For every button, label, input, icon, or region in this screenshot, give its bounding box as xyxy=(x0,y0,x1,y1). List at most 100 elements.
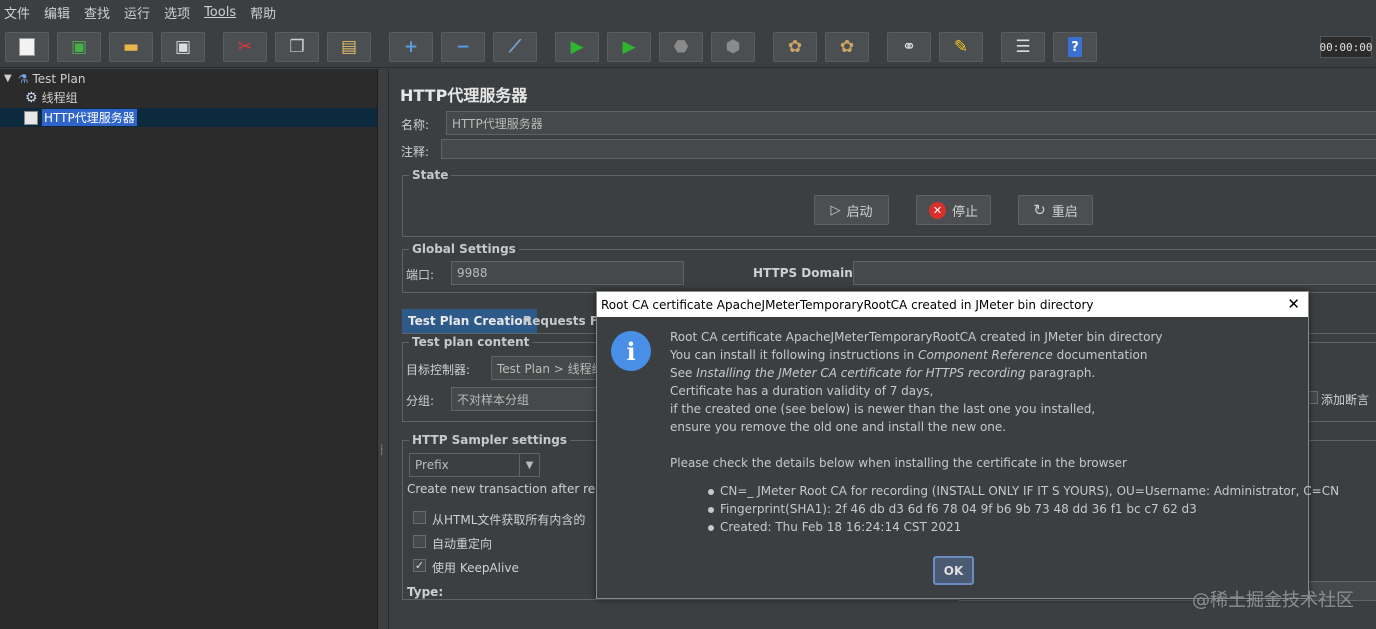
templates-button[interactable]: ▣ xyxy=(57,32,101,62)
function-helper-button[interactable]: ☰ xyxy=(1001,32,1045,62)
stop-proxy-label: 停止 xyxy=(951,204,978,220)
cut-button[interactable]: ✂ xyxy=(223,32,267,62)
state-title: State xyxy=(409,168,452,182)
clear-all-icon: ✿ xyxy=(839,37,855,57)
add-assertions-label: 添加断言 xyxy=(1321,393,1370,407)
keepalive-checkbox[interactable]: ✓ xyxy=(413,559,426,572)
redirect-label: 自动重定向 xyxy=(432,537,493,551)
play-nopause-icon: ▶ xyxy=(622,37,636,57)
reset-search-button[interactable]: ✎ xyxy=(939,32,983,62)
new-button[interactable] xyxy=(5,32,49,62)
tree-item-test-plan[interactable]: ▼ ⚗ Test Plan xyxy=(4,69,85,88)
comment-input[interactable] xyxy=(441,139,1376,159)
help-button[interactable]: ? xyxy=(1053,32,1097,62)
shutdown-button[interactable]: ⬢ xyxy=(711,32,755,62)
expand-button[interactable]: + xyxy=(389,32,433,62)
page-title: HTTP代理服务器 xyxy=(400,86,528,105)
start-proxy-button[interactable]: ▷ 启动 xyxy=(814,195,889,225)
stop-icon: ⬣ xyxy=(673,37,689,57)
target-controller-label: 目标控制器: xyxy=(406,363,471,377)
save-icon: ▣ xyxy=(174,37,192,57)
test-plan-content-title: Test plan content xyxy=(409,335,533,349)
stop-proxy-button[interactable]: ✕ 停止 xyxy=(916,195,991,225)
toolbar: ▣ ▬ ▣ ✂ ❐ ▤ + − ⟋ ▶ ▶ ⬣ ⬢ ✿ ✿ ⚭ ✎ ☰ ? 00… xyxy=(0,24,1376,68)
redirect-checkbox[interactable] xyxy=(413,535,426,548)
shutdown-icon: ⬢ xyxy=(725,37,741,57)
save-button[interactable]: ▣ xyxy=(161,32,205,62)
dialog-title: Root CA certificate ApacheJMeterTemporar… xyxy=(601,297,1094,312)
search-button[interactable]: ⚭ xyxy=(887,32,931,62)
menu-options[interactable]: 选项 xyxy=(164,3,190,22)
name-input[interactable]: HTTP代理服务器 xyxy=(446,111,1376,135)
bullet-icon xyxy=(708,507,714,513)
type-label: Type: xyxy=(407,585,444,599)
keepalive-label: 使用 KeepAlive xyxy=(432,561,519,575)
menu-run[interactable]: 运行 xyxy=(124,3,150,22)
wand-icon: ⟋ xyxy=(509,37,521,57)
comment-label: 注释: xyxy=(401,145,430,159)
flask-icon: ⚗ xyxy=(17,71,29,86)
line2-post: documentation xyxy=(1052,348,1148,362)
dialog-line-2: You can install it following instruction… xyxy=(670,348,1147,362)
menu-edit[interactable]: 编辑 xyxy=(44,3,70,22)
menu-search[interactable]: 查找 xyxy=(84,3,110,22)
splitter[interactable]: ⁞ ⁞ xyxy=(378,69,388,629)
menu-tools[interactable]: Tools xyxy=(204,5,236,20)
list-icon: ☰ xyxy=(1015,37,1031,57)
create-transaction-label: Create new transaction after requ xyxy=(407,482,611,496)
tree-item-thread-group[interactable]: ⚙ 线程组 xyxy=(25,88,78,107)
retrieve-embedded-checkbox[interactable] xyxy=(413,511,426,524)
prefix-select[interactable]: Prefix ▼ xyxy=(409,453,540,477)
start-proxy-label: 启动 xyxy=(846,204,873,220)
installing-ca-text: Installing the JMeter CA certificate for… xyxy=(696,366,1026,380)
dialog-line-7: Please check the details below when inst… xyxy=(670,456,1127,470)
https-domains-input[interactable] xyxy=(853,261,1376,285)
ok-button[interactable]: OK xyxy=(933,556,974,585)
start-button[interactable]: ▶ xyxy=(555,32,599,62)
grouping-label: 分组: xyxy=(406,394,435,408)
cut-icon: ✂ xyxy=(237,37,253,57)
watermark: @稀土掘金技术社区 xyxy=(1192,590,1354,611)
close-icon[interactable]: ✕ xyxy=(1287,295,1300,313)
cert-cn: CN=_ JMeter Root CA for recording (INSTA… xyxy=(720,484,1340,498)
toggle-button[interactable]: ⟋ xyxy=(493,32,537,62)
cert-fingerprint: Fingerprint(SHA1): 2f 46 db d3 6d f6 78 … xyxy=(720,502,1197,516)
retrieve-embedded-label: 从HTML文件获取所有内含的 xyxy=(432,513,586,527)
templates-icon: ▣ xyxy=(70,37,88,57)
proxy-icon xyxy=(24,110,38,125)
open-button[interactable]: ▬ xyxy=(109,32,153,62)
https-domains-label: HTTPS Domains: xyxy=(753,266,865,280)
tree-item-http-proxy[interactable]: HTTP代理服务器 xyxy=(0,108,377,127)
port-input[interactable]: 9988 xyxy=(451,261,684,285)
collapse-arrow-icon[interactable]: ▼ xyxy=(4,73,12,84)
dialog-line-5: if the created one (see below) is newer … xyxy=(670,402,1096,416)
minus-icon: − xyxy=(455,37,471,57)
dialog-line-1: Root CA certificate ApacheJMeterTemporar… xyxy=(670,330,1163,344)
restart-proxy-button[interactable]: ↻ 重启 xyxy=(1018,195,1093,225)
global-settings-title: Global Settings xyxy=(409,242,519,256)
copy-button[interactable]: ❐ xyxy=(275,32,319,62)
clear-all-button[interactable]: ✿ xyxy=(825,32,869,62)
tree-item-label: 线程组 xyxy=(41,91,78,105)
stop-button[interactable]: ⬣ xyxy=(659,32,703,62)
paste-icon: ▤ xyxy=(340,37,358,57)
menu-help[interactable]: 帮助 xyxy=(250,3,276,22)
start-no-pause-button[interactable]: ▶ xyxy=(607,32,651,62)
clear-button[interactable]: ✿ xyxy=(773,32,817,62)
name-label: 名称: xyxy=(401,118,430,132)
stop-x-icon: ✕ xyxy=(928,201,946,219)
dialog-line-3: See Installing the JMeter CA certificate… xyxy=(670,366,1095,380)
certificate-dialog: Root CA certificate ApacheJMeterTemporar… xyxy=(596,291,1339,599)
line2-pre: You can install it following instruction… xyxy=(670,348,919,362)
bullet-icon xyxy=(708,525,714,531)
menu-file[interactable]: 文件 xyxy=(4,3,30,22)
splitter-grip-icon: ⁞ ⁞ xyxy=(380,443,384,458)
paste-button[interactable]: ▤ xyxy=(327,32,371,62)
test-plan-tree: ▼ ⚗ Test Plan ⚙ 线程组 HTTP代理服务器 xyxy=(0,69,378,629)
collapse-button[interactable]: − xyxy=(441,32,485,62)
new-file-icon xyxy=(19,38,35,56)
port-label: 端口: xyxy=(406,268,435,282)
play-outline-icon: ▷ xyxy=(830,202,841,218)
elapsed-timer: 00:00:00 xyxy=(1320,36,1373,58)
info-icon: i xyxy=(611,331,651,371)
